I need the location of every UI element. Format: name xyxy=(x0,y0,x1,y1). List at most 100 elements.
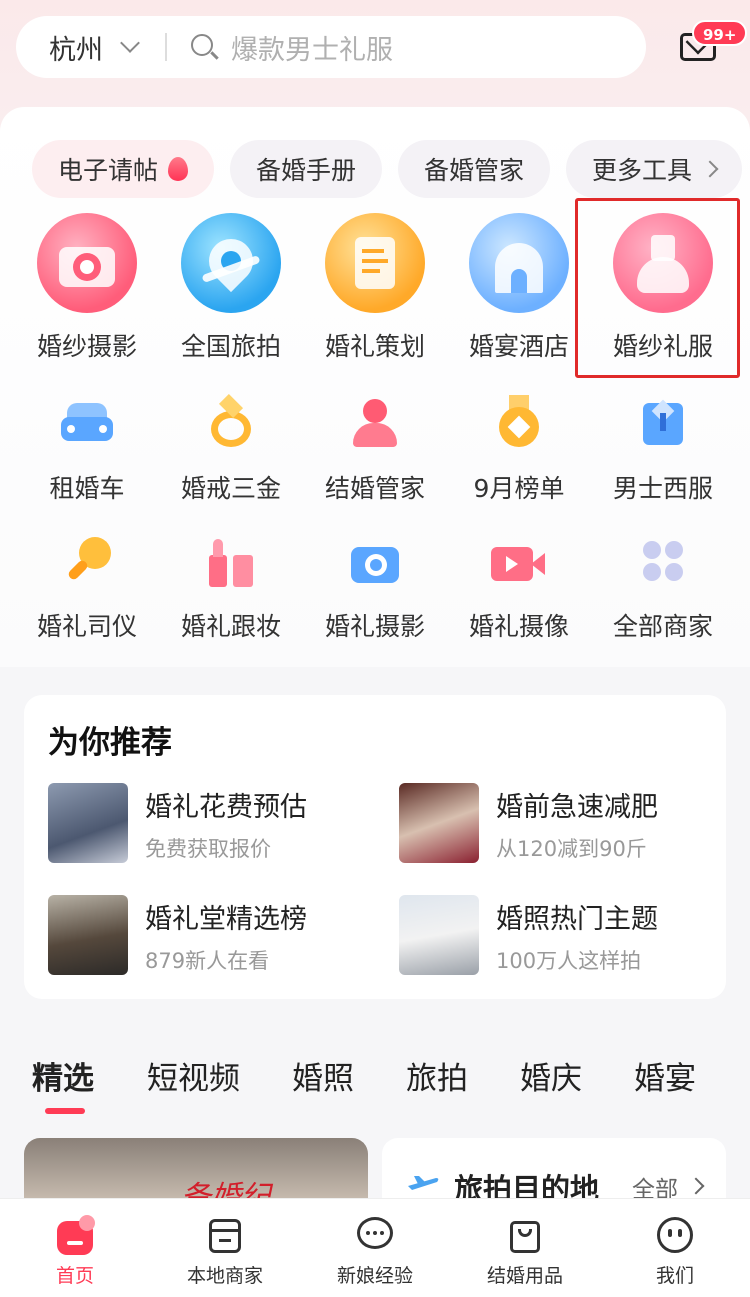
video-camera-icon xyxy=(489,533,549,593)
nav-label: 本地商家 xyxy=(186,1265,263,1287)
recommend-item-title: 婚礼花费预估 xyxy=(145,792,307,823)
chapel-icon xyxy=(469,213,569,313)
category-wedding-photography[interactable]: 婚纱摄影 xyxy=(15,213,159,363)
chevron-right-icon[interactable] xyxy=(687,1177,705,1195)
service-label: 婚戒三金 xyxy=(180,474,281,503)
chip-more-tools[interactable]: 更多工具 xyxy=(566,140,743,198)
recommend-card: 为你推荐 婚礼花费预估 免费获取报价 婚前急速减肥 从120减到90斤 婚礼堂精… xyxy=(24,695,726,999)
camera-icon xyxy=(37,213,137,313)
thumbnail-image xyxy=(399,783,479,863)
thumbnail-image xyxy=(48,895,128,975)
nav-bride-experience[interactable]: 新娘经验 xyxy=(300,1199,450,1297)
highlight-box xyxy=(575,198,740,378)
tab-travel-photos[interactable]: 旅拍 xyxy=(406,1053,468,1098)
service-photography[interactable]: 婚礼摄影 xyxy=(303,533,447,643)
service-makeup[interactable]: 婚礼跟妆 xyxy=(159,533,303,643)
nav-home[interactable]: 首页 xyxy=(0,1199,150,1297)
service-mens-suit[interactable]: 男士西服 xyxy=(591,395,735,505)
chip-wedding-butler[interactable]: 备婚管家 xyxy=(398,140,551,198)
recommend-item[interactable]: 婚礼花费预估 免费获取报价 xyxy=(48,783,378,863)
recommend-item[interactable]: 婚礼堂精选榜 879新人在看 xyxy=(48,895,378,975)
service-label: 租婚车 xyxy=(49,474,125,503)
chip-label: 电子请帖 xyxy=(58,156,159,185)
service-car-rental[interactable]: 租婚车 xyxy=(15,395,159,505)
chevron-right-icon xyxy=(701,160,719,178)
nav-local-merchants[interactable]: 本地商家 xyxy=(150,1199,300,1297)
service-monthly-ranking[interactable]: 9月榜单 xyxy=(447,395,591,505)
service-label: 婚礼跟妆 xyxy=(180,612,281,641)
nav-label: 新娘经验 xyxy=(336,1265,413,1287)
airplane-location-icon xyxy=(181,213,281,313)
recommend-title: 为你推荐 xyxy=(48,725,172,761)
category-wedding-planning[interactable]: 婚礼策划 xyxy=(303,213,447,363)
category-label: 全国旅拍 xyxy=(180,332,281,361)
category-label: 婚纱摄影 xyxy=(36,332,137,361)
recommend-item-subtitle: 免费获取报价 xyxy=(145,837,271,861)
service-videography[interactable]: 婚礼摄像 xyxy=(447,533,591,643)
nav-label: 首页 xyxy=(55,1265,94,1287)
home-icon xyxy=(55,1215,95,1255)
search-bar[interactable]: 杭州 爆款男士礼服 xyxy=(16,16,646,78)
service-label: 结婚管家 xyxy=(324,474,425,503)
tool-chips: 电子请帖 备婚手册 备婚管家 更多工具 xyxy=(32,140,750,198)
chip-label: 备婚管家 xyxy=(424,156,525,185)
service-rings[interactable]: 婚戒三金 xyxy=(159,393,303,505)
category-label: 婚宴酒店 xyxy=(468,332,569,361)
tab-wedding-celebration[interactable]: 婚庆 xyxy=(520,1053,582,1098)
recommend-item[interactable]: 婚照热门主题 100万人这样拍 xyxy=(399,895,729,975)
recommend-item-subtitle: 879新人在看 xyxy=(145,949,270,973)
store-icon xyxy=(205,1215,245,1255)
city-selector[interactable]: 杭州 xyxy=(49,28,103,67)
chevron-down-icon[interactable] xyxy=(120,33,140,53)
nav-label: 结婚用品 xyxy=(486,1265,563,1287)
service-row-1: 租婚车 婚戒三金 结婚管家 9月榜单 男士西服 xyxy=(15,393,735,505)
medal-icon xyxy=(489,395,549,455)
divider xyxy=(165,33,167,61)
smiley-icon xyxy=(655,1215,695,1255)
flame-icon xyxy=(168,157,189,181)
content-tabs: 精选 短视频 婚照 旅拍 婚庆 婚宴 xyxy=(0,1045,750,1115)
nav-wedding-supplies[interactable]: 结婚用品 xyxy=(450,1199,600,1297)
search-icon xyxy=(189,32,219,62)
bottom-navigation: 首页 本地商家 新娘经验 结婚用品 我们 xyxy=(0,1198,750,1297)
recommend-item-title: 婚前急速减肥 xyxy=(496,792,658,823)
airplane-icon xyxy=(408,1176,439,1190)
service-label: 婚礼司仪 xyxy=(36,612,137,641)
grid-icon xyxy=(633,533,693,593)
microphone-icon xyxy=(57,533,117,593)
camera-icon xyxy=(345,533,405,593)
tab-featured[interactable]: 精选 xyxy=(32,1053,94,1098)
thumbnail-image xyxy=(399,895,479,975)
butler-icon xyxy=(345,395,405,455)
category-label: 婚礼策划 xyxy=(324,332,425,361)
chip-label: 备婚手册 xyxy=(256,156,357,185)
chat-bubble-icon xyxy=(355,1215,395,1255)
tab-short-video[interactable]: 短视频 xyxy=(147,1053,240,1098)
tab-wedding-photos[interactable]: 婚照 xyxy=(292,1053,354,1098)
nav-us[interactable]: 我们 xyxy=(600,1199,750,1297)
thumbnail-image xyxy=(48,783,128,863)
message-badge: 99+ xyxy=(692,20,748,46)
top-bar: 杭州 爆款男士礼服 99+ xyxy=(0,0,750,100)
service-label: 男士西服 xyxy=(612,474,713,503)
nav-label: 我们 xyxy=(655,1265,694,1287)
recommend-item[interactable]: 婚前急速减肥 从120减到90斤 xyxy=(399,783,729,863)
chip-wedding-handbook[interactable]: 备婚手册 xyxy=(230,140,383,198)
service-wedding-butler[interactable]: 结婚管家 xyxy=(303,395,447,505)
service-label: 9月榜单 xyxy=(473,474,565,503)
suit-icon xyxy=(633,395,693,455)
service-all-merchants[interactable]: 全部商家 xyxy=(591,533,735,643)
service-label: 婚礼摄像 xyxy=(468,612,569,641)
service-row-2: 婚礼司仪 婚礼跟妆 婚礼摄影 婚礼摄像 全部商家 xyxy=(15,533,735,643)
category-wedding-hotel[interactable]: 婚宴酒店 xyxy=(447,213,591,363)
category-travel-photography[interactable]: 全国旅拍 xyxy=(159,213,303,363)
chip-label: 更多工具 xyxy=(592,156,693,185)
service-mc[interactable]: 婚礼司仪 xyxy=(15,533,159,643)
chip-e-invitation[interactable]: 电子请帖 xyxy=(32,140,215,198)
search-input[interactable]: 爆款男士礼服 xyxy=(231,28,393,67)
shopping-bag-icon xyxy=(505,1215,545,1255)
recommend-item-subtitle: 从120减到90斤 xyxy=(496,837,647,861)
tab-wedding-banquet[interactable]: 婚宴 xyxy=(634,1053,696,1098)
recommend-item-subtitle: 100万人这样拍 xyxy=(496,949,642,973)
planning-document-icon xyxy=(325,213,425,313)
